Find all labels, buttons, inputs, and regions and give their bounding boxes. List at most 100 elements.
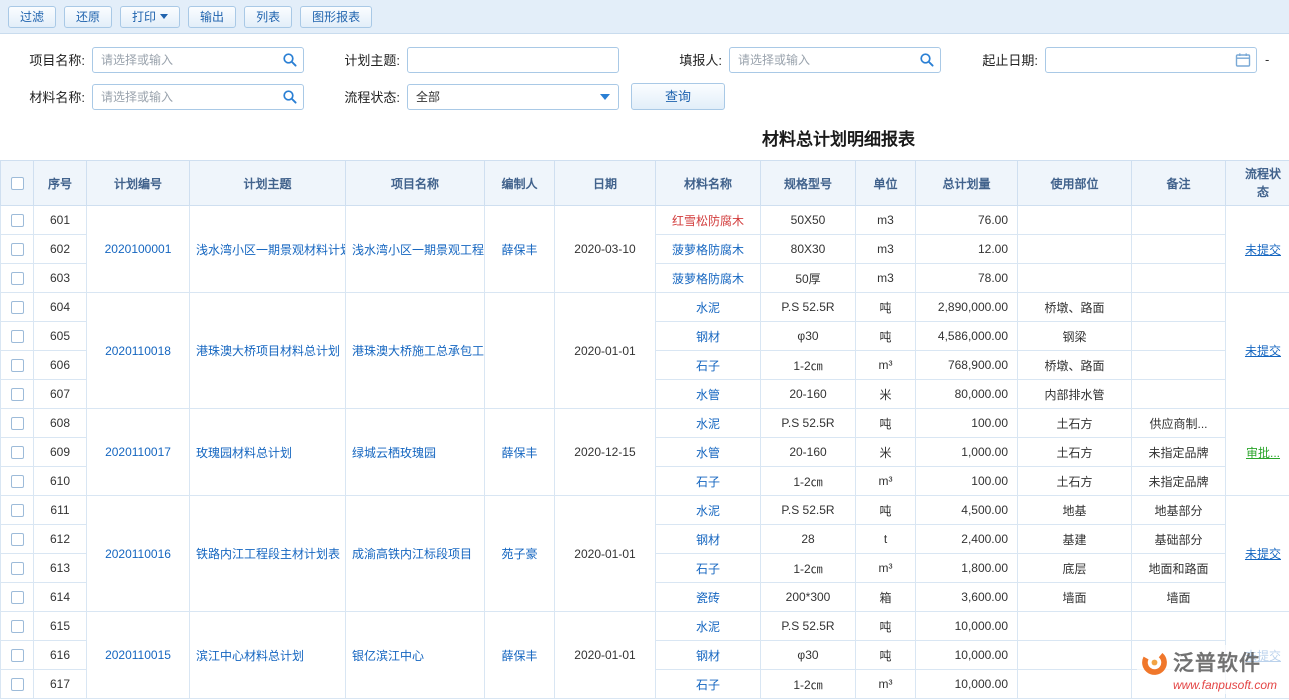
project-link[interactable]: 浅水湾小区一期景观工程 [352,243,484,257]
row-checkbox[interactable] [11,591,24,604]
material-link[interactable]: 菠萝格防腐木 [672,272,744,286]
plan-no-link[interactable]: 2020110016 [105,547,171,561]
material-link[interactable]: 水泥 [696,504,720,518]
row-checkbox[interactable] [11,649,24,662]
quantity-cell: 768,900.00 [916,351,1018,380]
material-link[interactable]: 石子 [696,359,720,373]
row-checkbox[interactable] [11,446,24,459]
row-checkbox[interactable] [11,214,24,227]
plan-no-link[interactable]: 2020110017 [105,445,171,459]
row-checkbox[interactable] [11,504,24,517]
row-checkbox-cell [1,496,34,525]
column-header-12: 备注 [1132,161,1226,206]
status-link[interactable]: 未提交 [1245,243,1281,257]
row-checkbox[interactable] [11,533,24,546]
date-range-separator: - [1265,52,1269,67]
status-link[interactable]: 未提交 [1245,344,1281,358]
status-link[interactable]: 审批... [1246,446,1280,460]
search-icon[interactable] [919,52,935,68]
compiler-link[interactable]: 薛保丰 [501,243,537,257]
subject-link[interactable]: 浅水湾小区一期景观材料计划 [196,243,346,257]
status-link[interactable]: 未提交 [1245,547,1281,561]
print-button[interactable]: 打印 [120,6,180,28]
material-link[interactable]: 石子 [696,678,720,692]
flow-status-select[interactable]: 全部 [407,84,619,110]
material-link[interactable]: 瓷砖 [696,591,720,605]
row-checkbox-cell [1,438,34,467]
search-icon[interactable] [282,89,298,105]
row-checkbox[interactable] [11,562,24,575]
status-link-cell: 未提交 [1226,496,1289,612]
seq-cell: 602 [34,235,87,264]
calendar-icon[interactable] [1235,52,1251,68]
project-link-cell: 港珠澳大桥施工总承包工程 [346,293,485,409]
row-checkbox[interactable] [11,272,24,285]
row-checkbox[interactable] [11,475,24,488]
spec-cell: 20-160 [761,380,856,409]
material-link-cell: 菠萝格防腐木 [656,235,761,264]
date-cell: 2020-01-01 [555,293,656,409]
filter-button[interactable]: 过滤 [8,6,56,28]
plan-no-link[interactable]: 2020100001 [105,242,172,256]
remark-cell: 未指定品牌 [1132,438,1226,467]
subject-link[interactable]: 港珠澳大桥项目材料总计划 [196,344,340,358]
export-button[interactable]: 输出 [188,6,236,28]
plan-no-link[interactable]: 2020110018 [105,344,171,358]
material-link[interactable]: 水泥 [696,417,720,431]
subject-link[interactable]: 铁路内江工程段主材计划表 [196,547,340,561]
row-checkbox-cell [1,322,34,351]
row-checkbox[interactable] [11,330,24,343]
material-link[interactable]: 钢材 [696,649,720,663]
compiler-link[interactable]: 薛保丰 [501,649,537,663]
material-link[interactable]: 石子 [696,562,720,576]
row-checkbox[interactable] [11,301,24,314]
material-name-input[interactable] [92,84,304,110]
project-link[interactable]: 港珠澳大桥施工总承包工程 [352,344,485,358]
row-checkbox[interactable] [11,417,24,430]
project-link[interactable]: 银亿滨江中心 [352,649,424,663]
compiler-link[interactable]: 苑子豪 [501,547,537,561]
row-checkbox[interactable] [11,388,24,401]
query-button[interactable]: 查询 [631,83,725,110]
seq-cell: 605 [34,322,87,351]
subject-link[interactable]: 滨江中心材料总计划 [196,649,304,663]
filter-row-2: 材料名称: 流程状态: 全部 查询 [0,78,1289,115]
graph-report-button[interactable]: 图形报表 [300,6,372,28]
position-cell: 土石方 [1018,438,1132,467]
row-checkbox[interactable] [11,620,24,633]
material-link[interactable]: 水泥 [696,301,720,315]
reporter-input[interactable] [729,47,941,73]
export-button-label: 输出 [200,11,224,23]
material-link[interactable]: 水管 [696,446,720,460]
plan-subject-input[interactable] [407,47,619,73]
spec-cell: 80X30 [761,235,856,264]
material-link[interactable]: 石子 [696,475,720,489]
project-name-input[interactable] [92,47,304,73]
search-icon[interactable] [282,52,298,68]
compiler-link[interactable]: 薛保丰 [501,446,537,460]
material-link[interactable]: 水管 [696,388,720,402]
table-row: 6012020100001浅水湾小区一期景观材料计划浅水湾小区一期景观工程薛保丰… [1,206,1289,235]
remark-cell: 地面和路面 [1132,554,1226,583]
position-cell: 钢梁 [1018,322,1132,351]
project-link[interactable]: 成渝高铁内江标段项目 [352,547,472,561]
material-link[interactable]: 水泥 [696,620,720,634]
row-checkbox[interactable] [11,678,24,691]
material-link[interactable]: 菠萝格防腐木 [672,243,744,257]
project-name-label: 项目名称: [0,50,92,69]
restore-button[interactable]: 还原 [64,6,112,28]
position-cell [1018,264,1132,293]
material-link[interactable]: 红雪松防腐木 [672,214,744,228]
material-link[interactable]: 钢材 [696,533,720,547]
project-link[interactable]: 绿城云栖玫瑰园 [352,446,436,460]
subject-link[interactable]: 玫瑰园材料总计划 [196,446,292,460]
date-from-input[interactable] [1045,47,1257,73]
position-cell: 墙面 [1018,583,1132,612]
list-button[interactable]: 列表 [244,6,292,28]
plan-no-link[interactable]: 2020110015 [105,648,171,662]
select-all-checkbox[interactable] [11,177,24,190]
material-link[interactable]: 钢材 [696,330,720,344]
row-checkbox[interactable] [11,243,24,256]
plan-no-link-cell: 2020110015 [87,612,190,699]
row-checkbox[interactable] [11,359,24,372]
